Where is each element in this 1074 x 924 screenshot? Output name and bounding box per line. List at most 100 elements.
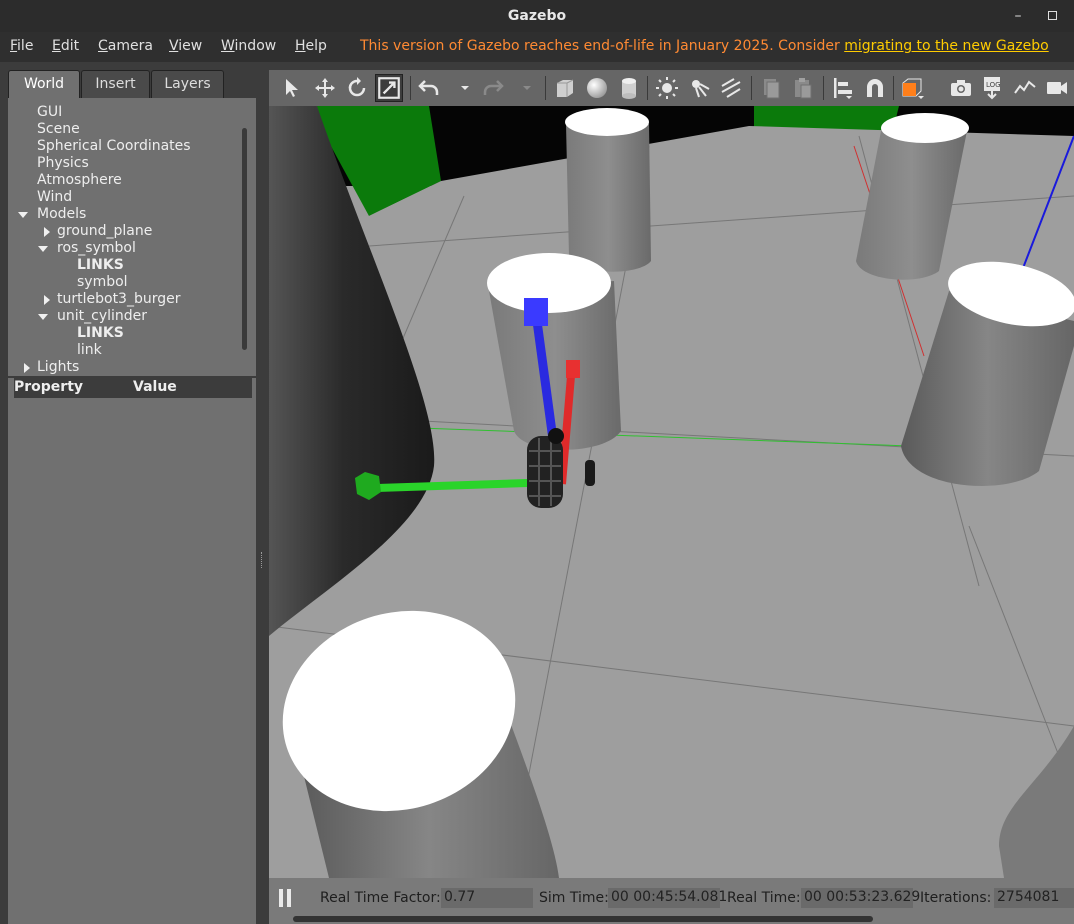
title-bar: Gazebo – [0,0,1074,32]
menu-file-mnemonic: F [10,38,18,54]
tree-item-lights[interactable]: Lights [37,359,79,376]
eol-notice-text: This version of Gazebo reaches end-of-li… [360,38,845,54]
menu-help[interactable]: Help [295,38,327,54]
real-time-label: Real Time: [727,890,801,906]
redo-icon[interactable] [481,76,505,100]
left-panel: World Insert Layers GUI Scene Spherical … [0,62,262,924]
expand-turtlebot-icon[interactable] [44,295,50,305]
menu-window-label: indow [234,38,277,54]
menu-help-mnemonic: H [295,38,306,54]
expand-ground-plane-icon[interactable] [44,227,50,237]
expand-models-icon[interactable] [18,212,28,218]
value-column-header: Value [133,379,177,395]
tab-insert[interactable]: Insert [81,70,150,98]
plot-icon[interactable] [1013,76,1037,100]
menu-window-mnemonic: W [221,38,235,54]
expand-ros-symbol-icon[interactable] [38,246,48,252]
undo-history-icon[interactable] [453,76,477,100]
select-arrow-icon[interactable] [281,76,305,100]
real-time-factor-label: Real Time Factor: [320,890,441,906]
tree-item-atmosphere[interactable]: Atmosphere [37,172,122,189]
maximize-icon [1047,11,1057,20]
scale-icon [378,77,400,99]
minimize-button[interactable]: – [1008,6,1028,26]
cylinder-shape-icon[interactable] [617,76,641,100]
tab-layers[interactable]: Layers [151,70,224,98]
menu-bar: File Edit Camera View Window Help This v… [0,32,1074,62]
scene-viewport[interactable] [269,106,1074,878]
tree-item-physics[interactable]: Physics [37,155,89,172]
tab-world[interactable]: World [8,70,80,98]
window-title: Gazebo [507,8,567,24]
sim-time-label: Sim Time: [539,890,609,906]
status-bar: Real Time Factor: 0.77 Sim Time: 00 00:4… [269,878,1074,924]
expand-lights-icon[interactable] [24,363,30,373]
tree-item-unit-cylinder[interactable]: unit_cylinder [57,308,147,325]
status-horizontal-scrollbar[interactable] [293,916,873,922]
real-time-value: 00 00:53:23.629 [801,888,920,908]
tree-item-turtlebot3-burger[interactable]: turtlebot3_burger [57,291,180,308]
undo-icon[interactable] [417,76,441,100]
cylinder-back-center[interactable] [565,108,651,272]
menu-camera-label: amera [107,38,153,54]
eol-notice: This version of Gazebo reaches end-of-li… [360,38,1049,54]
tree-scrollbar[interactable] [242,128,247,350]
real-time-factor-value: 0.77 [441,888,533,908]
scale-button-active[interactable] [375,74,403,102]
tree-item-gui[interactable]: GUI [37,104,62,121]
menu-view[interactable]: View [169,38,202,54]
tree-item-ros-symbol[interactable]: ros_symbol [57,240,136,257]
menu-camera[interactable]: Camera [98,38,153,54]
toolbar-separator [545,76,546,100]
box-shape-icon[interactable] [553,76,577,100]
menu-file[interactable]: File [10,38,33,54]
tree-item-ground-plane[interactable]: ground_plane [57,223,152,240]
expand-unit-cylinder-icon[interactable] [38,314,48,320]
panel-splitter-handle[interactable] [261,552,264,568]
tree-item-scene[interactable]: Scene [37,121,80,138]
paste-icon[interactable] [791,76,815,100]
tree-item-wind[interactable]: Wind [37,189,72,206]
pause-button[interactable] [279,889,293,907]
gazebo-window: Gazebo – File Edit Camera View Window He… [0,0,1074,924]
screenshot-icon[interactable] [949,76,973,100]
rotate-icon[interactable] [345,76,369,100]
directional-light-icon[interactable] [719,76,743,100]
migration-link[interactable]: migrating to the new Gazebo [844,38,1049,54]
tree-item-links-header: LINKS [77,325,124,341]
menu-window[interactable]: Window [221,38,276,54]
property-header: Property Value [14,378,252,398]
translate-icon[interactable] [313,76,337,100]
toolbar-separator [893,76,894,100]
menu-view-mnemonic: V [169,38,179,54]
snap-icon[interactable] [863,76,887,100]
copy-icon[interactable] [759,76,783,100]
log-icon[interactable]: LOG [981,76,1005,100]
maximize-button[interactable] [1042,6,1062,26]
redo-history-icon[interactable] [515,76,539,100]
tree-item-symbol[interactable]: symbol [77,274,128,291]
toolbar-separator [647,76,648,100]
menu-view-label: iew [178,38,203,54]
sim-time-value: 00 00:45:54.081 [608,888,727,908]
menu-camera-mnemonic: C [98,38,108,54]
scene-render[interactable] [269,106,1074,878]
menu-file-label: ile [17,38,34,54]
menu-edit-mnemonic: E [52,38,61,54]
toolbar-separator [751,76,752,100]
tree-item-models[interactable]: Models [37,206,86,223]
iterations-label: Iterations: [920,890,992,906]
video-record-icon[interactable] [1045,76,1069,100]
point-light-icon[interactable] [655,76,679,100]
view-angle-icon[interactable] [901,76,925,100]
tree-item-spherical-coordinates[interactable]: Spherical Coordinates [37,138,191,155]
menu-edit-label: dit [60,38,80,54]
menu-help-label: elp [305,38,327,54]
tree-item-link[interactable]: link [77,342,102,359]
sphere-shape-icon[interactable] [585,76,609,100]
menu-edit[interactable]: Edit [52,38,79,54]
svg-text:LOG: LOG [986,81,1001,89]
toolbar-separator [823,76,824,100]
spot-light-icon[interactable] [687,76,711,100]
align-icon[interactable] [831,76,855,100]
